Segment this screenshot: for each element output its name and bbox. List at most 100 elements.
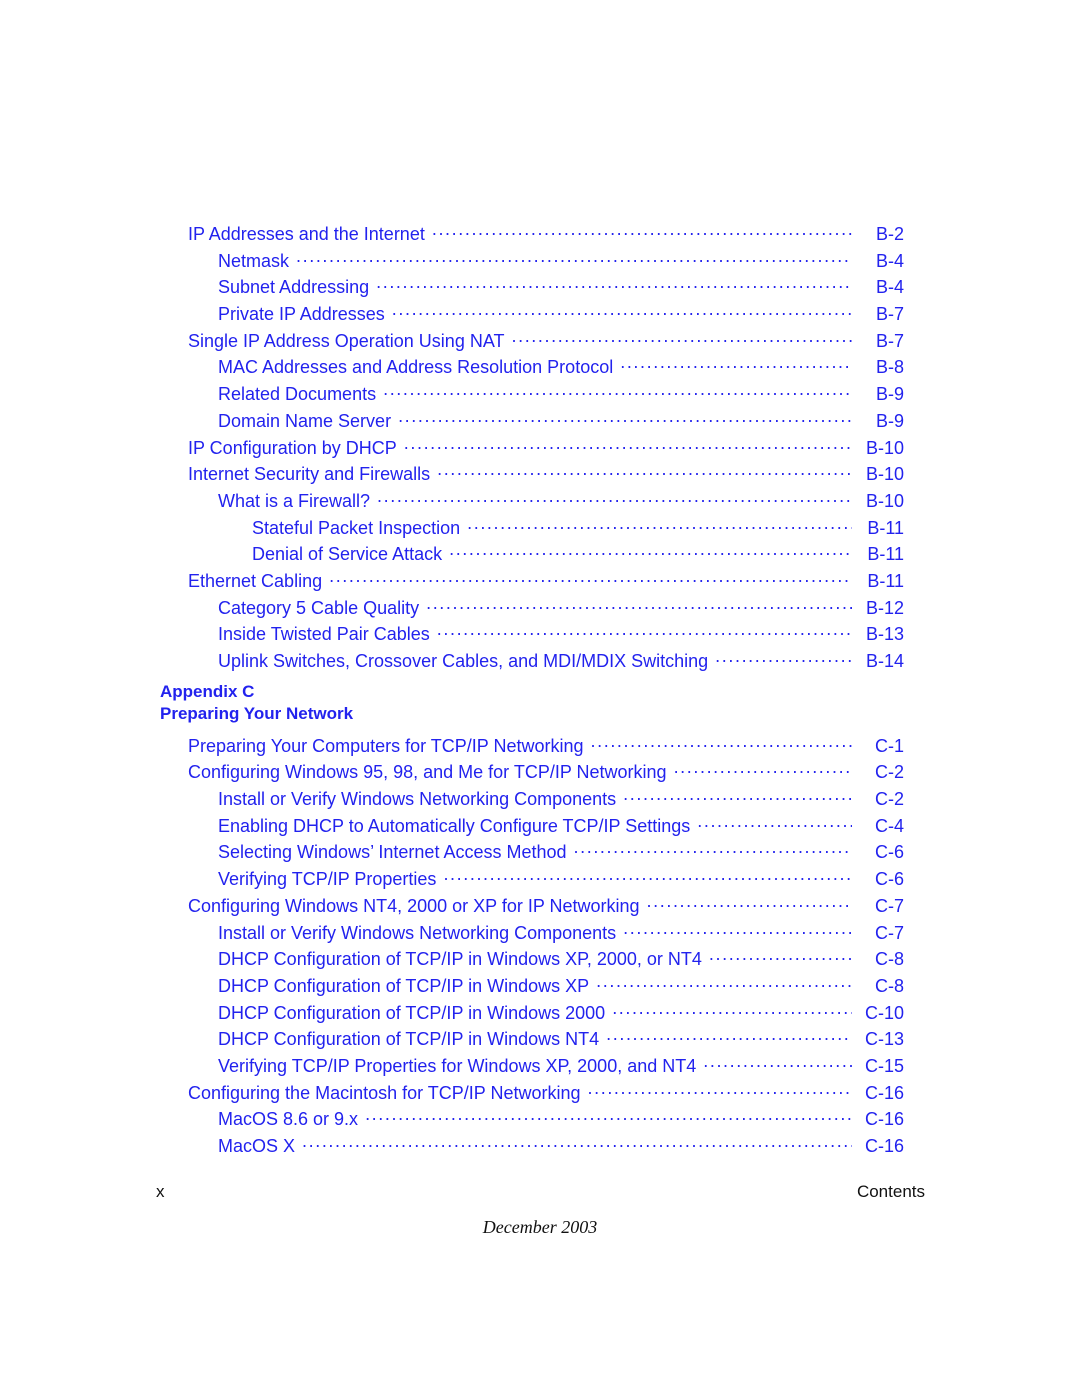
- toc-entry-page-number: B-7: [875, 330, 904, 351]
- toc-entry[interactable]: DHCP Configuration of TCP/IP in Windows …: [218, 974, 904, 1001]
- toc-entry-title: DHCP Configuration of TCP/IP in Windows …: [218, 1002, 606, 1023]
- toc-entry-page-number: B-10: [865, 437, 904, 458]
- toc-dot-leader: [588, 1081, 852, 1099]
- toc-entry[interactable]: MAC Addresses and Address Resolution Pro…: [218, 355, 904, 382]
- toc-entry[interactable]: Enabling DHCP to Automatically Configure…: [218, 814, 904, 841]
- toc-entry-page-number: B-12: [865, 597, 904, 618]
- toc-entry[interactable]: Verifying TCP/IP Properties C-6: [218, 867, 904, 894]
- toc-entry-title: Stateful Packet Inspection: [252, 517, 461, 538]
- toc-entry-title: Uplink Switches, Crossover Cables, and M…: [218, 651, 709, 671]
- toc-entry[interactable]: DHCP Configuration of TCP/IP in Windows …: [218, 1027, 904, 1054]
- toc-entry[interactable]: Denial of Service Attack B-11: [252, 542, 904, 569]
- toc-dot-leader: [623, 787, 852, 805]
- toc-entry-page-number: C-4: [874, 815, 904, 836]
- toc-entry[interactable]: Related Documents B-9: [218, 382, 904, 409]
- toc-dot-leader: [404, 436, 852, 454]
- footer-section-label: Contents: [856, 1182, 925, 1201]
- toc-entry[interactable]: Internet Security and Firewalls B-10: [188, 462, 904, 489]
- toc-entry-title: Install or Verify Windows Networking Com…: [218, 922, 617, 943]
- toc-entry[interactable]: Domain Name Server B-9: [218, 409, 904, 436]
- toc-entry-page-number: B-9: [875, 410, 904, 431]
- toc-entry[interactable]: IP Addresses and the Internet B-2: [188, 222, 904, 249]
- toc-entry-page-number: C-6: [874, 842, 904, 863]
- toc-entry-title: Subnet Addressing: [218, 277, 370, 298]
- toc-entry-page-number: C-8: [874, 949, 904, 970]
- toc-entry[interactable]: Preparing Your Computers for TCP/IP Netw…: [188, 734, 904, 761]
- appendix-c-heading: Appendix C Preparing Your Network: [160, 681, 904, 725]
- toc-entry-page-number: B-13: [865, 624, 904, 645]
- toc-entry[interactable]: DHCP Configuration of TCP/IP in Windows …: [218, 947, 904, 974]
- toc-entry[interactable]: MacOS 8.6 or 9.x C-16: [218, 1107, 904, 1134]
- toc-entry-title: What is a Firewall?: [218, 490, 371, 511]
- toc-entry-page-number: B-4: [875, 250, 904, 271]
- toc-entry-title: Inside Twisted Pair Cables: [218, 624, 430, 645]
- toc-dot-leader: [620, 355, 852, 373]
- toc-dot-leader: [443, 867, 852, 885]
- toc-dot-leader: [612, 1001, 852, 1019]
- toc-entry-title: Ethernet Cabling: [188, 570, 323, 591]
- toc-entry[interactable]: Configuring Windows NT4, 2000 or XP for …: [188, 894, 904, 921]
- toc-list-appendix-c: Preparing Your Computers for TCP/IP Netw…: [160, 734, 904, 1161]
- toc-entry-title: Internet Security and Firewalls: [188, 464, 431, 485]
- toc-dot-leader: [697, 814, 852, 832]
- toc-dot-leader: [674, 760, 852, 778]
- toc-entry-page-number: B-11: [867, 517, 904, 538]
- toc-entry[interactable]: Uplink Switches, Crossover Cables, and M…: [218, 649, 904, 676]
- toc-entry-page-number: B-2: [875, 224, 904, 244]
- toc-entry-page-number: C-16: [864, 1136, 904, 1156]
- toc-dot-leader: [449, 542, 852, 560]
- footer-page-number: x: [156, 1182, 165, 1201]
- toc-entry-page-number: B-14: [865, 651, 904, 671]
- toc-dot-leader: [365, 1107, 852, 1125]
- toc-dot-leader: [647, 894, 852, 912]
- toc-entry[interactable]: Single IP Address Operation Using NAT B-7: [188, 329, 904, 356]
- page-footer: x Contents December 2003: [0, 1182, 1080, 1242]
- toc-entry-title: Install or Verify Windows Networking Com…: [218, 789, 617, 810]
- toc-entry-title: IP Addresses and the Internet: [188, 224, 425, 244]
- toc-dot-leader: [715, 649, 852, 667]
- toc-entry-title: Category 5 Cable Quality: [218, 597, 420, 618]
- toc-entry-page-number: B-10: [865, 464, 904, 485]
- toc-entry-title: MAC Addresses and Address Resolution Pro…: [218, 357, 614, 378]
- toc-entry-page-number: B-11: [867, 544, 904, 565]
- toc-entry-title: Selecting Windows’ Internet Access Metho…: [218, 842, 567, 863]
- toc-dot-leader: [606, 1027, 852, 1045]
- toc-entry-title: Configuring Windows NT4, 2000 or XP for …: [188, 895, 640, 916]
- toc-entry[interactable]: DHCP Configuration of TCP/IP in Windows …: [218, 1001, 904, 1028]
- toc-entry-title: Netmask: [218, 250, 290, 271]
- toc-entry-title: Verifying TCP/IP Properties for Windows …: [218, 1055, 697, 1076]
- toc-entry[interactable]: IP Configuration by DHCP B-10: [188, 436, 904, 463]
- footer-date: December 2003: [482, 1217, 598, 1237]
- toc-entry[interactable]: Verifying TCP/IP Properties for Windows …: [218, 1054, 904, 1081]
- toc-dot-leader: [709, 947, 852, 965]
- toc-entry[interactable]: Category 5 Cable Quality B-12: [218, 596, 904, 623]
- toc-entry[interactable]: Install or Verify Windows Networking Com…: [218, 921, 904, 948]
- toc-entry-title: Related Documents: [218, 384, 377, 405]
- toc-entry-page-number: C-10: [864, 1002, 904, 1023]
- toc-entry[interactable]: Subnet Addressing B-4: [218, 275, 904, 302]
- toc-entry-page-number: C-2: [874, 762, 904, 783]
- toc-dot-leader: [377, 489, 852, 507]
- toc-dot-leader: [376, 275, 852, 293]
- toc-entry[interactable]: Configuring the Macintosh for TCP/IP Net…: [188, 1081, 904, 1108]
- toc-entry-page-number: C-8: [874, 975, 904, 996]
- toc-entry[interactable]: MacOS X C-16: [218, 1134, 904, 1161]
- toc-entry[interactable]: Stateful Packet Inspection B-11: [252, 516, 904, 543]
- toc-list-appendix-b: IP Addresses and the Internet B-2 Netmask B…: [160, 222, 904, 676]
- toc-entry[interactable]: Inside Twisted Pair Cables B-13: [218, 622, 904, 649]
- toc-entry[interactable]: Configuring Windows 95, 98, and Me for T…: [188, 760, 904, 787]
- toc-entry-title: DHCP Configuration of TCP/IP in Windows …: [218, 949, 702, 970]
- table-of-contents: IP Addresses and the Internet B-2 Netmask B…: [160, 222, 904, 1161]
- toc-entry[interactable]: Ethernet Cabling B-11: [188, 569, 904, 596]
- toc-entry[interactable]: Netmask B-4: [218, 249, 904, 276]
- toc-entry-page-number: C-16: [864, 1082, 904, 1103]
- toc-entry-page-number: B-10: [865, 490, 904, 511]
- toc-dot-leader: [398, 409, 852, 427]
- toc-entry[interactable]: Install or Verify Windows Networking Com…: [218, 787, 904, 814]
- toc-dot-leader: [703, 1054, 852, 1072]
- toc-dot-leader: [426, 596, 852, 614]
- toc-entry[interactable]: What is a Firewall? B-10: [218, 489, 904, 516]
- toc-entry[interactable]: Selecting Windows’ Internet Access Metho…: [218, 840, 904, 867]
- toc-entry[interactable]: Private IP Addresses B-7: [218, 302, 904, 329]
- toc-entry-title: Enabling DHCP to Automatically Configure…: [218, 815, 691, 836]
